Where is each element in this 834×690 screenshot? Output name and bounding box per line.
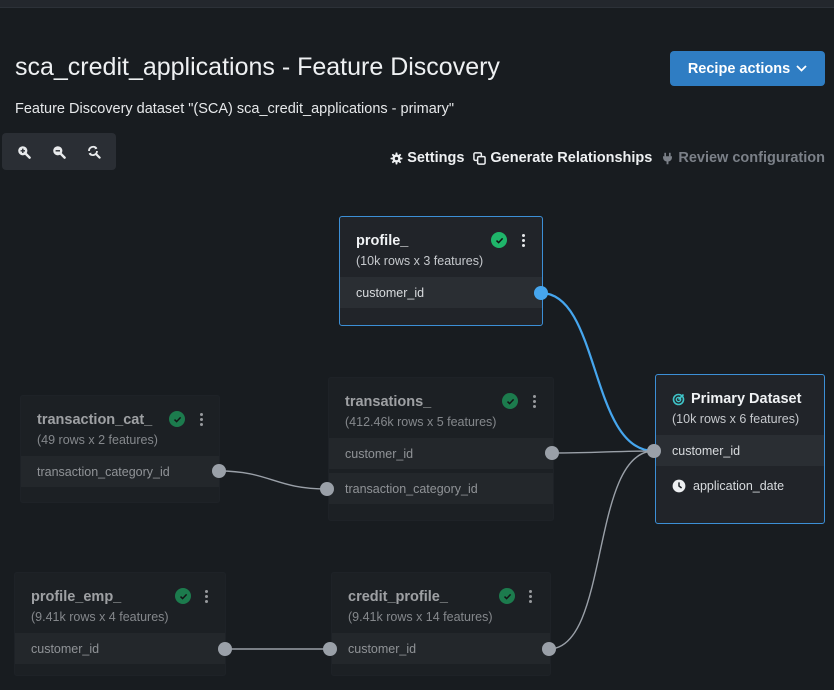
node-primary-dataset[interactable]: Primary Dataset (10k rows x 6 features) … <box>655 374 825 524</box>
node-menu-button[interactable] <box>529 392 539 410</box>
reset-zoom-icon <box>88 145 102 159</box>
node-menu-button[interactable] <box>525 587 535 605</box>
zoom-out-button[interactable] <box>47 140 71 164</box>
node-title: transaction_cat_ <box>37 412 153 428</box>
generate-relationships-button[interactable]: Generate Relationships <box>473 150 652 166</box>
review-configuration-label: Review configuration <box>678 150 825 166</box>
node-menu-button[interactable] <box>201 587 211 605</box>
node-subtitle: (10k rows x 3 features) <box>356 254 484 268</box>
check-icon <box>175 588 191 604</box>
node-credit-profile[interactable]: credit_profile_ (9.41k rows x 14 feature… <box>331 572 551 676</box>
node-title: profile_ <box>356 233 409 249</box>
zoom-toolbar <box>2 133 116 170</box>
edge-transations-to-primary <box>551 450 655 454</box>
copy-squares-icon <box>473 151 487 165</box>
graph-actions: Settings Generate Relationships Review c… <box>390 150 825 166</box>
field-application-date[interactable]: application_date <box>656 470 824 501</box>
edge-transaction-cat-to-transations <box>218 470 328 490</box>
zoom-out-icon <box>53 145 66 159</box>
node-subtitle: (9.41k rows x 14 features) <box>348 610 493 624</box>
node-transations[interactable]: transations_ (412.46k rows x 5 features)… <box>328 377 554 521</box>
field-customer-id[interactable]: customer_id <box>656 435 824 466</box>
chevron-down-icon <box>796 65 807 72</box>
port-credit-profile-customer-id-out[interactable] <box>542 642 556 656</box>
port-profile-emp-customer-id[interactable] <box>218 642 232 656</box>
check-icon <box>502 393 518 409</box>
settings-button[interactable]: Settings <box>390 150 464 166</box>
node-subtitle: (10k rows x 6 features) <box>672 412 800 426</box>
port-transations-customer-id[interactable] <box>545 446 559 460</box>
node-subtitle: (9.41k rows x 4 features) <box>31 610 169 624</box>
field-customer-id[interactable]: customer_id <box>15 633 225 664</box>
recipe-actions-label: Recipe actions <box>687 60 791 77</box>
node-subtitle: (412.46k rows x 5 features) <box>345 415 497 429</box>
gear-icon <box>390 152 403 164</box>
port-transations-category-id[interactable] <box>320 482 334 496</box>
plug-icon <box>663 152 673 164</box>
edge-credit-profile-to-primary <box>548 450 655 650</box>
page-title: sca_credit_applications - Feature Discov… <box>15 53 500 81</box>
clock-icon <box>672 479 686 492</box>
edge-profile-to-primary <box>540 291 655 453</box>
check-icon <box>499 588 515 604</box>
node-menu-button[interactable] <box>196 410 206 428</box>
node-menu-button[interactable] <box>518 231 528 249</box>
recipe-actions-button[interactable]: Recipe actions <box>670 51 825 86</box>
port-primary-customer-id[interactable] <box>647 444 661 458</box>
node-profile[interactable]: profile_ (10k rows x 3 features) custome… <box>339 216 543 326</box>
port-transaction-cat-category-id[interactable] <box>212 464 226 478</box>
field-transaction-category-id[interactable]: transaction_category_id <box>329 473 553 504</box>
field-customer-id[interactable]: customer_id <box>340 277 542 308</box>
review-configuration-button[interactable]: Review configuration <box>661 150 825 166</box>
page-subtitle: Feature Discovery dataset "(SCA) sca_cre… <box>15 101 455 117</box>
generate-relationships-label: Generate Relationships <box>490 150 653 166</box>
node-title: credit_profile_ <box>348 589 448 605</box>
node-subtitle: (49 rows x 2 features) <box>37 433 158 447</box>
field-customer-id[interactable]: customer_id <box>329 438 553 469</box>
zoom-in-icon <box>17 145 31 159</box>
node-title: profile_emp_ <box>31 589 122 605</box>
node-profile-emp[interactable]: profile_emp_ (9.41k rows x 4 features) c… <box>14 572 226 676</box>
node-transaction-cat[interactable]: transaction_cat_ (49 rows x 2 features) … <box>20 395 220 503</box>
check-icon <box>169 411 185 427</box>
top-bar <box>0 0 834 8</box>
port-profile-customer-id[interactable] <box>534 286 548 300</box>
zoom-in-button[interactable] <box>12 140 36 164</box>
port-credit-profile-customer-id-in[interactable] <box>323 642 337 656</box>
target-icon <box>672 393 685 405</box>
check-icon <box>491 232 507 248</box>
node-title: Primary Dataset <box>672 391 801 407</box>
settings-label: Settings <box>407 150 465 166</box>
reset-zoom-button[interactable] <box>82 140 106 164</box>
node-title: transations_ <box>345 394 432 410</box>
field-customer-id[interactable]: customer_id <box>332 633 550 664</box>
field-transaction-category-id[interactable]: transaction_category_id <box>21 456 219 487</box>
